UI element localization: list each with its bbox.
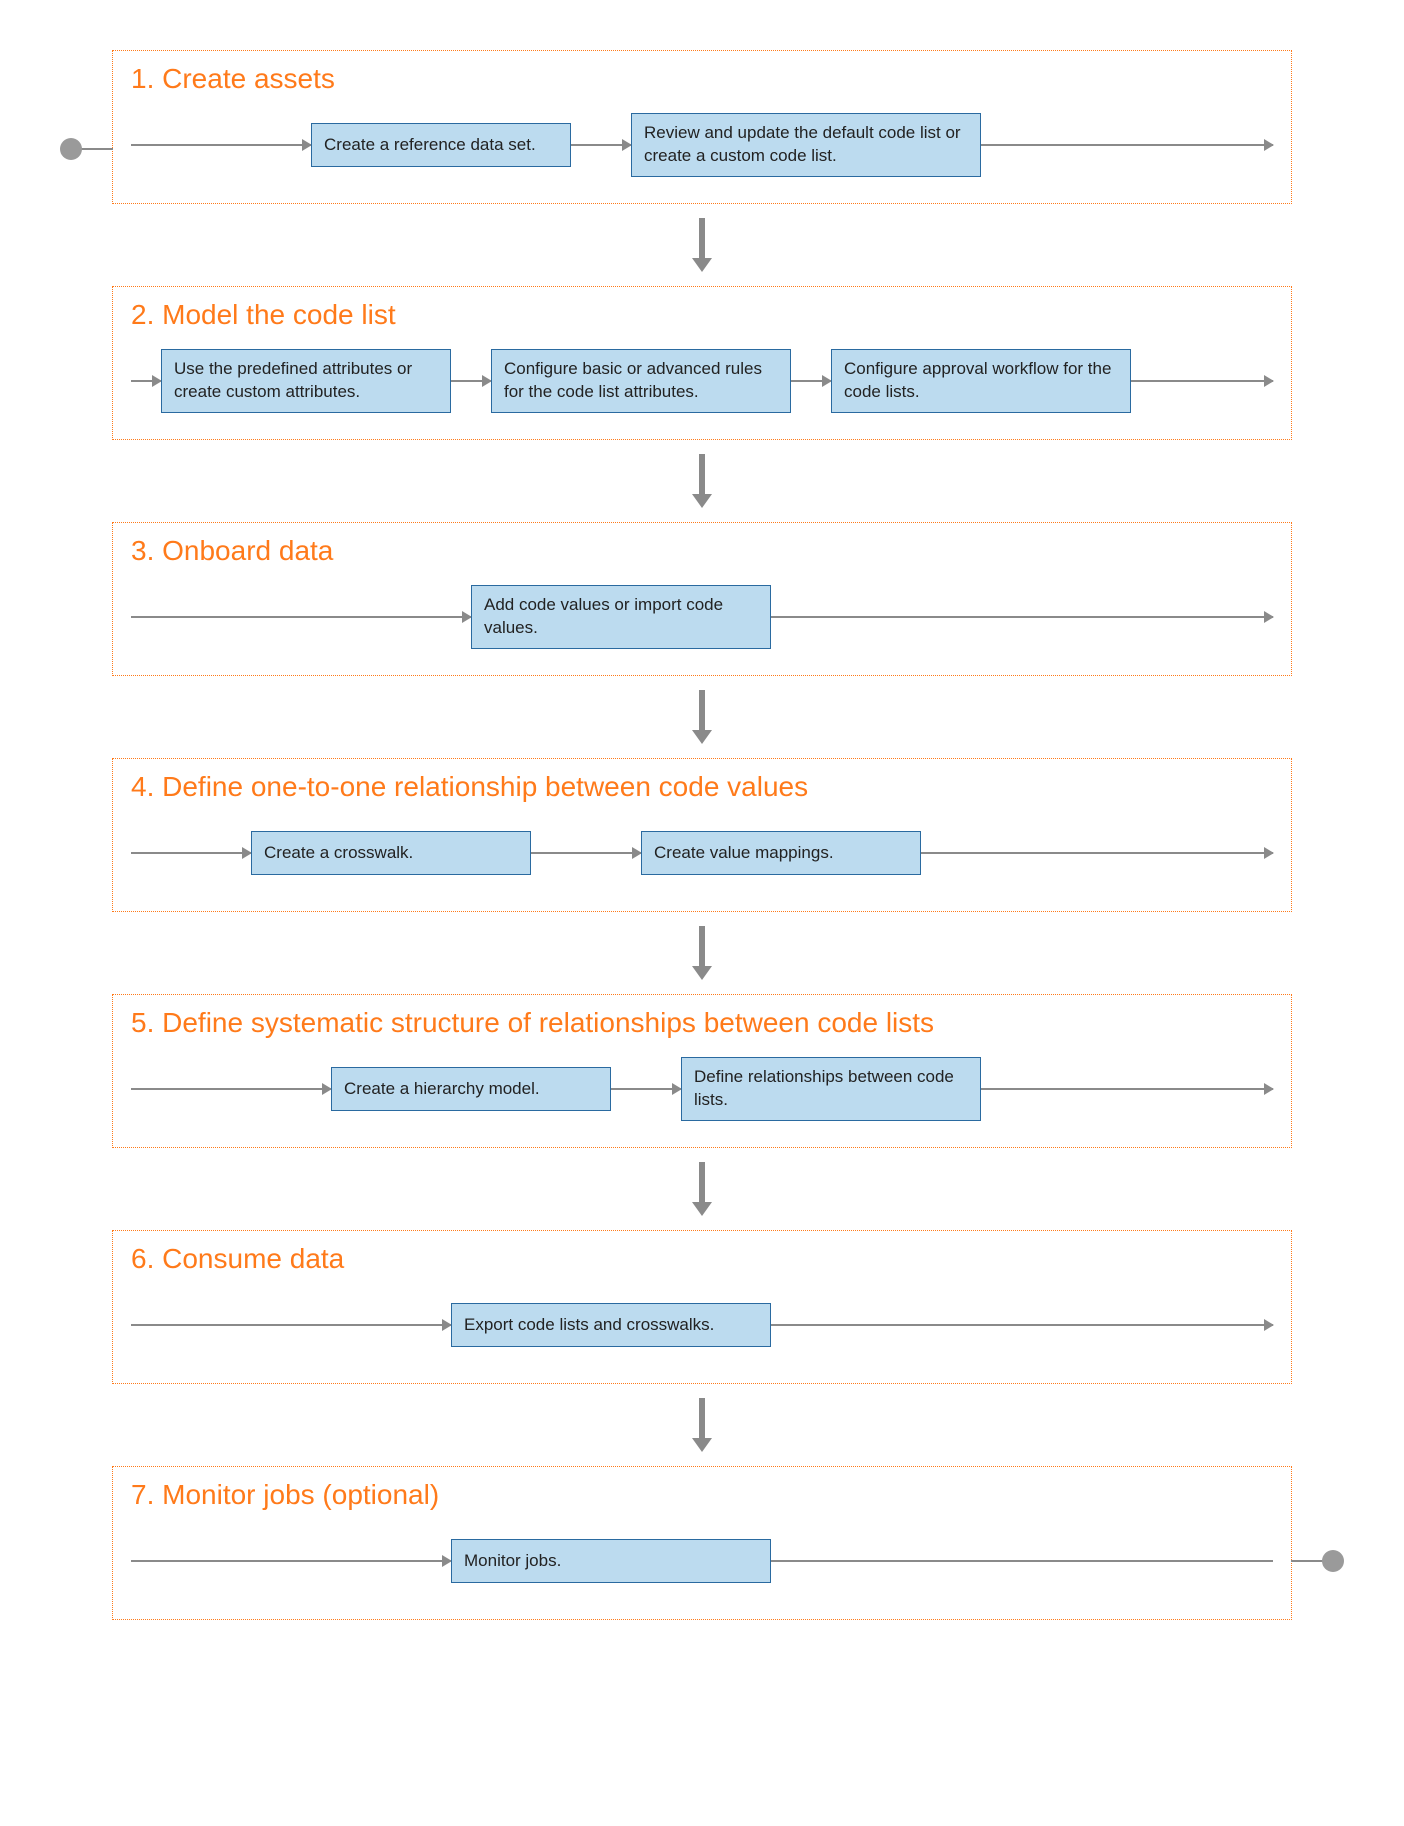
step-node: Create a hierarchy model.: [331, 1067, 611, 1111]
flow-row: Use the predefined attributes or create …: [131, 345, 1273, 417]
down-arrow: [696, 1162, 708, 1216]
step-node: Export code lists and crosswalks.: [451, 1303, 771, 1347]
flow-row: Add code values or import code values.: [131, 581, 1273, 653]
flow-row: Create a reference data set. Review and …: [131, 109, 1273, 181]
connector: [611, 1088, 681, 1090]
step-node: Create a crosswalk.: [251, 831, 531, 875]
step-node: Use the predefined attributes or create …: [161, 349, 451, 413]
connector: [131, 380, 161, 382]
section-title: 3. Onboard data: [131, 535, 1273, 567]
down-arrow: [696, 454, 708, 508]
section-define-systematic-structure: 5. Define systematic structure of relati…: [112, 994, 1292, 1148]
flowchart: 1. Create assets Create a reference data…: [0, 0, 1404, 1660]
connector: [981, 1088, 1273, 1090]
step-node: Add code values or import code values.: [471, 585, 771, 649]
section-title: 2. Model the code list: [131, 299, 1273, 331]
step-node: Configure basic or advanced rules for th…: [491, 349, 791, 413]
section-model-code-list: 2. Model the code list Use the predefine…: [112, 286, 1292, 440]
step-node: Define relationships between code lists.: [681, 1057, 981, 1121]
connector: [791, 380, 831, 382]
connector: [981, 144, 1273, 146]
down-arrow: [696, 690, 708, 744]
section-title: 5. Define systematic structure of relati…: [131, 1007, 1273, 1039]
connector: [451, 380, 491, 382]
flow-row: Create a crosswalk. Create value mapping…: [131, 817, 1273, 889]
connector: [771, 1324, 1273, 1326]
connector: [1131, 380, 1273, 382]
connector: [531, 852, 641, 854]
connector: [771, 1560, 1273, 1562]
connector: [921, 852, 1273, 854]
down-arrow: [696, 218, 708, 272]
down-arrow: [696, 926, 708, 980]
flow-row: Export code lists and crosswalks.: [131, 1289, 1273, 1361]
connector: [131, 1088, 331, 1090]
start-node: [60, 138, 82, 160]
section-monitor-jobs: 7. Monitor jobs (optional) Monitor jobs.: [112, 1466, 1292, 1620]
section-create-assets: 1. Create assets Create a reference data…: [112, 50, 1292, 204]
connector: [131, 1324, 451, 1326]
section-title: 6. Consume data: [131, 1243, 1273, 1275]
flow-row: Monitor jobs.: [131, 1525, 1273, 1597]
step-node: Configure approval workflow for the code…: [831, 349, 1131, 413]
connector: [131, 852, 251, 854]
section-title: 1. Create assets: [131, 63, 1273, 95]
connector: [131, 1560, 451, 1562]
section-define-one-to-one: 4. Define one-to-one relationship betwee…: [112, 758, 1292, 912]
section-onboard-data: 3. Onboard data Add code values or impor…: [112, 522, 1292, 676]
end-node: [1322, 1550, 1344, 1572]
connector: [131, 616, 471, 618]
section-consume-data: 6. Consume data Export code lists and cr…: [112, 1230, 1292, 1384]
step-node: Create a reference data set.: [311, 123, 571, 167]
step-node: Review and update the default code list …: [631, 113, 981, 177]
down-arrow: [696, 1398, 708, 1452]
step-node: Monitor jobs.: [451, 1539, 771, 1583]
section-title: 4. Define one-to-one relationship betwee…: [131, 771, 1273, 803]
connector: [771, 616, 1273, 618]
section-title: 7. Monitor jobs (optional): [131, 1479, 1273, 1511]
flow-row: Create a hierarchy model. Define relatio…: [131, 1053, 1273, 1125]
connector: [571, 144, 631, 146]
connector: [131, 144, 311, 146]
step-node: Create value mappings.: [641, 831, 921, 875]
